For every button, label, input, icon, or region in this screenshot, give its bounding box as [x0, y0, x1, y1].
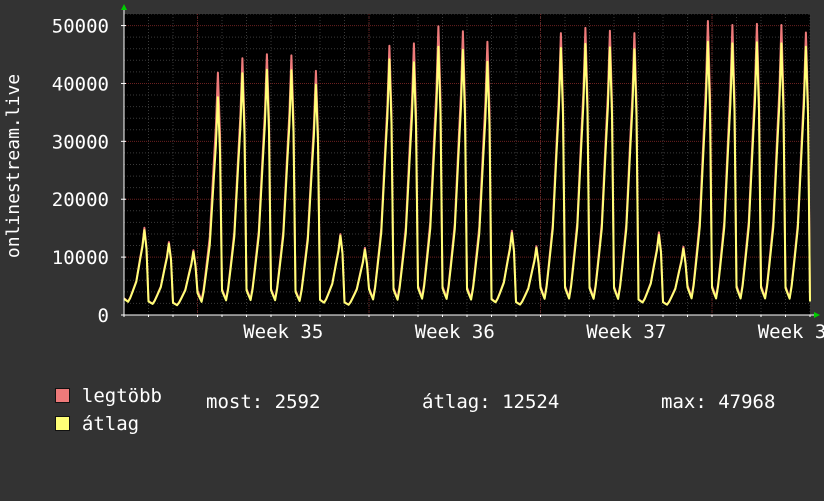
x-tick-labels: Week 35 Week 36 Week 37 Week 38 — [243, 321, 824, 343]
stat-maximum: max: 47968 — [661, 391, 776, 413]
y-axis-label: onlinestream.live — [3, 74, 24, 258]
stat-current: most: 2592 — [206, 391, 321, 413]
y-tick-label: 10000 — [52, 247, 109, 269]
stat-average: átlag: 12524 — [422, 391, 560, 413]
x-tick-label: Week 37 — [586, 321, 666, 343]
x-tick-label: Week 36 — [415, 321, 495, 343]
x-axis-arrow — [814, 312, 820, 318]
legend-swatch-avg — [54, 416, 70, 431]
y-tick-label: 50000 — [52, 16, 109, 38]
legend-item-max: legtöbb — [32, 363, 162, 407]
legend-item-avg: átlag most: 2592 átlag: 12524 max: 47968 — [32, 391, 822, 435]
x-tick-label: Week 35 — [243, 321, 323, 343]
y-tick-label: 20000 — [52, 189, 109, 211]
legend-label-avg: átlag — [81, 413, 140, 435]
y-tick-label: 0 — [98, 305, 109, 327]
y-tick-labels: 0 10000 20000 30000 40000 50000 — [52, 16, 109, 327]
x-tick-label: Week 38 — [758, 321, 824, 343]
y-tick-label: 30000 — [52, 131, 109, 153]
y-axis-arrow — [121, 4, 127, 10]
y-tick-label: 40000 — [52, 73, 109, 95]
